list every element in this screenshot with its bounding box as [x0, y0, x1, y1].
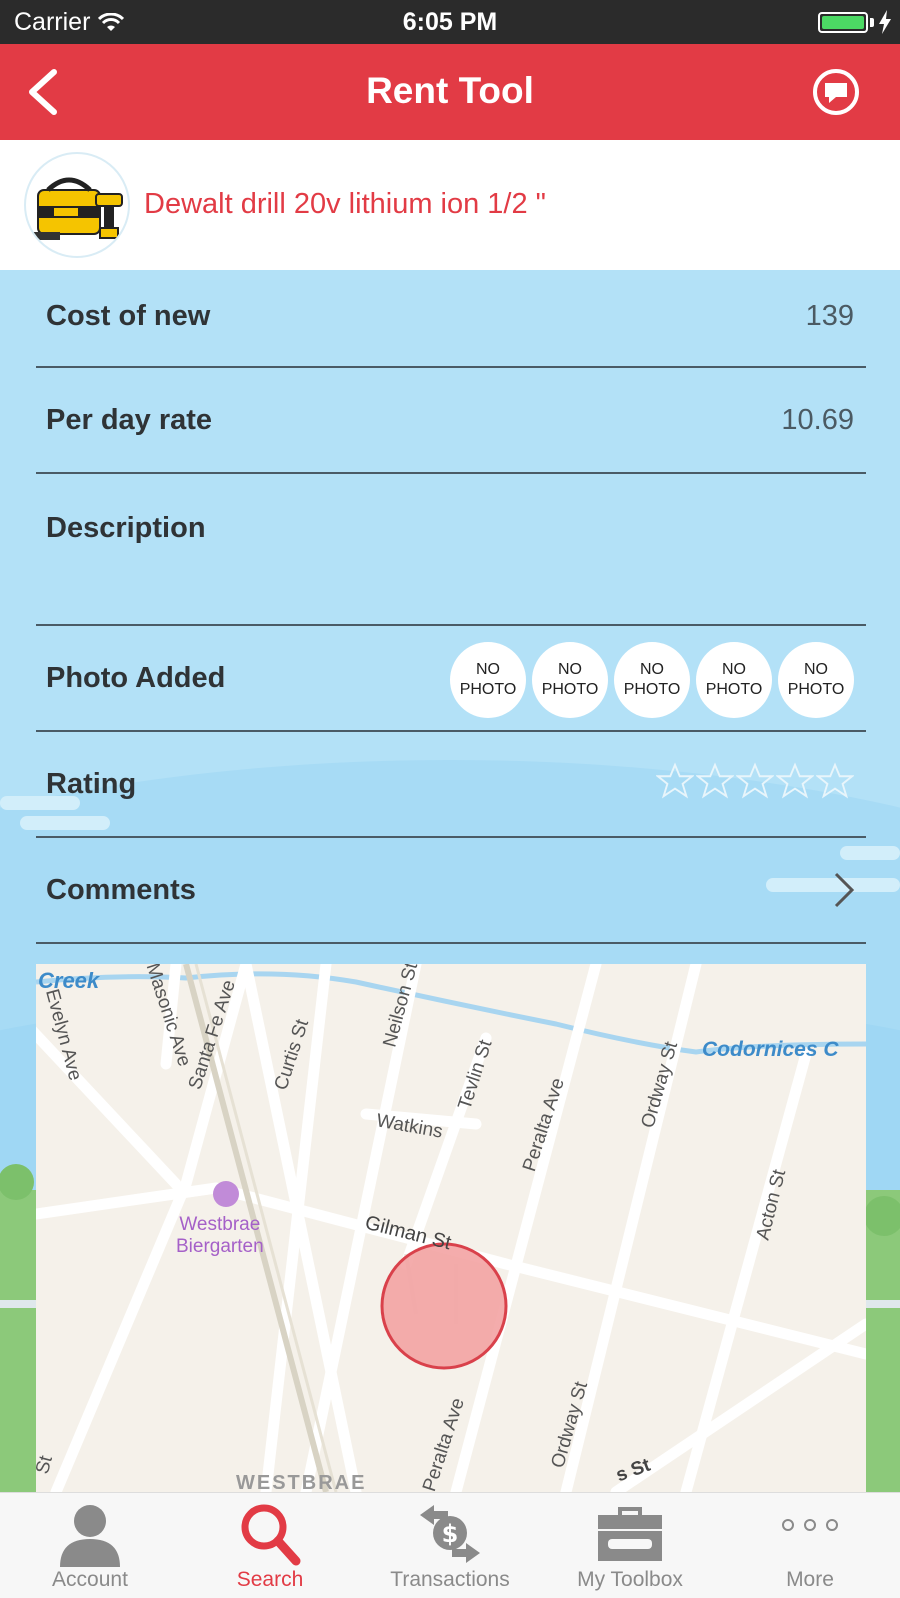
- map-label-codornices: Codornices C: [702, 1038, 839, 1061]
- status-time: 6:05 PM: [402, 8, 498, 36]
- rating-label: Rating: [46, 768, 137, 800]
- photo-slot[interactable]: NO PHOTO: [696, 642, 772, 718]
- description-label: Description: [46, 512, 206, 544]
- tool-thumbnail: [24, 152, 130, 258]
- tool-header: Dewalt drill 20v lithium ion 1/2 ": [0, 140, 900, 270]
- cost-value: 139: [805, 300, 854, 332]
- svg-text:$: $: [442, 1520, 459, 1548]
- description-row: Description: [36, 474, 866, 626]
- tab-label: More: [786, 1568, 834, 1591]
- photo-slots: NO PHOTO NO PHOTO NO PHOTO NO PHOTO NO PHOTO: [450, 642, 854, 718]
- more-dots-icon: [782, 1519, 838, 1531]
- comments-row[interactable]: Comments: [36, 838, 866, 944]
- tab-label: Search: [236, 1568, 304, 1591]
- photos-row: Photo Added NO PHOTO NO PHOTO NO PHOTO NO PH…: [36, 626, 866, 732]
- tab-account[interactable]: Account: [0, 1493, 180, 1598]
- dollar-exchange-icon: $: [420, 1505, 480, 1563]
- tab-label: Transactions: [390, 1568, 510, 1591]
- battery-icon: [818, 12, 868, 33]
- map-poi-biergarten[interactable]: Westbrae Biergarten: [176, 1214, 264, 1258]
- rating-stars: [656, 762, 854, 800]
- tab-my-toolbox[interactable]: My Toolbox: [540, 1493, 720, 1598]
- photos-label: Photo Added: [46, 662, 226, 694]
- tool-name: Dewalt drill 20v lithium ion 1/2 ": [144, 188, 546, 220]
- photo-slot[interactable]: NO PHOTO: [614, 642, 690, 718]
- cost-label: Cost of new: [46, 300, 211, 332]
- star-empty-icon[interactable]: [696, 762, 734, 800]
- photo-slot[interactable]: NO PHOTO: [532, 642, 608, 718]
- star-empty-icon[interactable]: [736, 762, 774, 800]
- rate-label: Per day rate: [46, 404, 213, 436]
- nav-bar: Rent Tool: [0, 44, 900, 140]
- search-icon: [241, 1504, 301, 1566]
- photo-slot[interactable]: NO PHOTO: [778, 642, 854, 718]
- star-empty-icon[interactable]: [776, 762, 814, 800]
- tool-details: Cost of new 139 Per day rate 10.69 Descr…: [0, 270, 900, 1492]
- tab-transactions[interactable]: $ Transactions: [360, 1493, 540, 1598]
- status-bar: Carrier 6:05 PM: [0, 0, 900, 44]
- rate-value: 10.69: [781, 404, 854, 436]
- rating-row: Rating: [36, 732, 866, 838]
- photo-slot[interactable]: NO PHOTO: [450, 642, 526, 718]
- tab-label: Account: [52, 1568, 128, 1591]
- charging-icon: [879, 10, 891, 34]
- tab-more[interactable]: More: [720, 1493, 900, 1598]
- toolbox-icon: [598, 1507, 662, 1561]
- chat-bubble-icon[interactable]: [812, 68, 860, 116]
- star-empty-icon[interactable]: [816, 762, 854, 800]
- person-icon: [60, 1505, 120, 1567]
- rate-row: Per day rate 10.69: [36, 368, 866, 474]
- location-map[interactable]: Creek Codornices C Masonic Ave Santa Fe …: [36, 964, 866, 1492]
- tab-bar: Account Search $ Transactions My Toolbox: [0, 1492, 900, 1598]
- star-empty-icon[interactable]: [656, 762, 694, 800]
- page-title: Rent Tool: [366, 70, 534, 111]
- cost-row: Cost of new 139: [36, 270, 866, 368]
- comments-label: Comments: [46, 874, 196, 906]
- chevron-right-icon[interactable]: [832, 870, 856, 910]
- drill-kit-image: [32, 177, 123, 240]
- tab-label: My Toolbox: [577, 1568, 683, 1591]
- map-label-neighborhood: WESTBRAE: [236, 1472, 367, 1492]
- tab-search[interactable]: Search: [180, 1493, 360, 1598]
